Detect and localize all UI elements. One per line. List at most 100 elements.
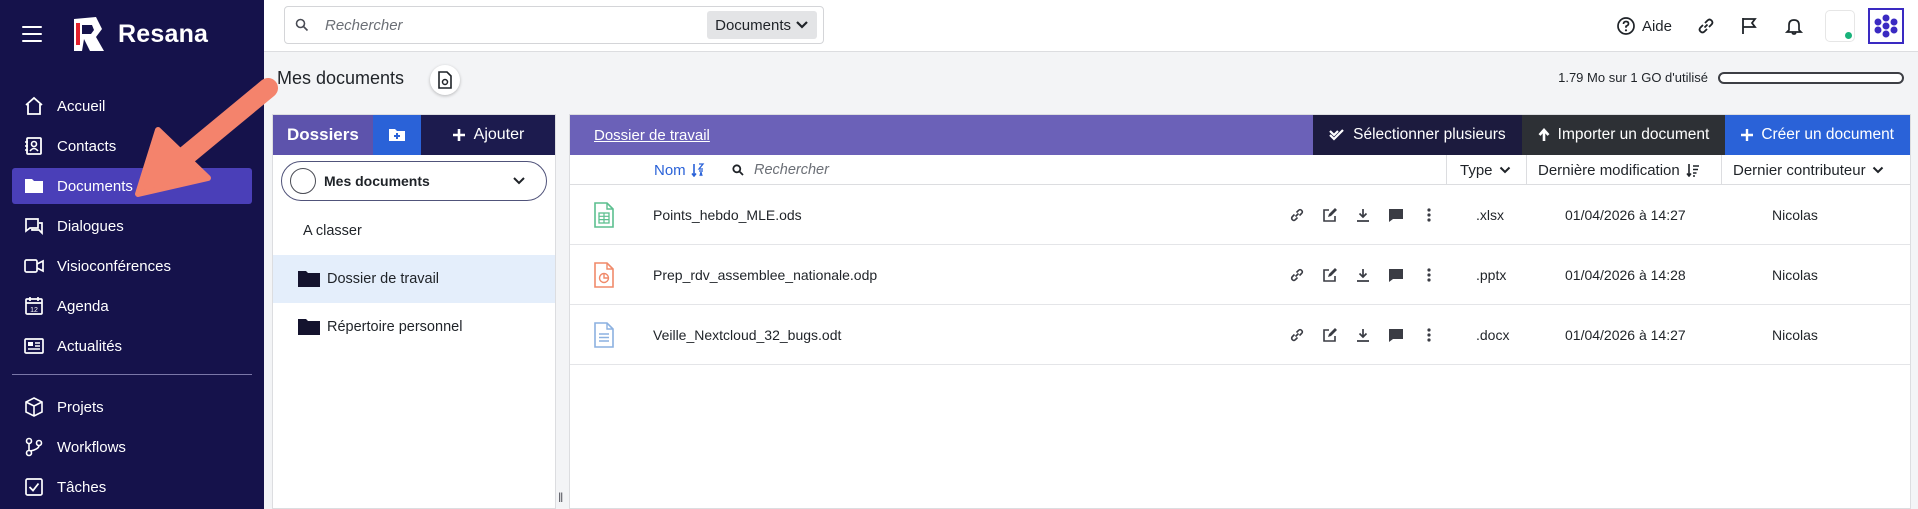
link-icon[interactable] <box>1280 207 1313 223</box>
home-icon <box>23 95 45 117</box>
organization-logo[interactable] <box>1868 8 1904 44</box>
download-icon[interactable] <box>1346 208 1379 222</box>
chat-icon <box>23 215 45 237</box>
column-modified-sort[interactable]: Dernière modification <box>1526 155 1721 185</box>
online-status-dot <box>1845 32 1852 39</box>
tour-button[interactable] <box>1740 16 1760 36</box>
document-settings-button[interactable] <box>430 65 460 95</box>
table-row[interactable]: Veille_Nextcloud_32_bugs.odt .docx 01/04… <box>570 305 1910 365</box>
folder-item-a-classer[interactable]: A classer <box>273 207 555 255</box>
folder-item-label: A classer <box>303 223 362 239</box>
edit-icon[interactable] <box>1313 207 1346 223</box>
search-icon <box>732 164 744 176</box>
spreadsheet-icon <box>592 185 616 245</box>
table-row[interactable]: Points_hebdo_MLE.ods .xlsx 01/04/2026 à … <box>570 185 1910 245</box>
share-link-button[interactable] <box>1696 16 1716 36</box>
search-input[interactable]: Rechercher <box>325 17 707 34</box>
sidebar-item-documents[interactable]: Documents <box>12 168 252 204</box>
select-multiple-button[interactable]: Sélectionner plusieurs <box>1313 115 1522 155</box>
flag-icon <box>1742 18 1757 34</box>
new-folder-button[interactable] <box>373 115 421 155</box>
sidebar: Resana Accueil Contacts Documents Dialog… <box>0 0 264 509</box>
sidebar-item-workflows[interactable]: Workflows <box>12 429 252 465</box>
file-type: .pptx <box>1476 267 1507 283</box>
sidebar-item-contacts[interactable]: Contacts <box>12 128 252 164</box>
app-name[interactable]: Resana <box>118 20 208 49</box>
folders-panel: Dossiers Ajouter Mes documents A classer… <box>272 114 556 509</box>
column-search[interactable]: Rechercher <box>732 155 829 185</box>
folder-plus-icon <box>389 129 405 141</box>
chevron-down-icon <box>513 177 525 185</box>
file-name[interactable]: Prep_rdv_assemblee_nationale.odp <box>653 245 877 305</box>
sidebar-item-label: Visioconférences <box>57 257 171 275</box>
sidebar-item-accueil[interactable]: Accueil <box>12 88 252 124</box>
cube-icon <box>23 396 45 418</box>
news-icon <box>23 335 45 357</box>
file-modified: 01/04/2026 à 14:27 <box>1565 327 1686 343</box>
file-name[interactable]: Points_hebdo_MLE.ods <box>653 185 802 245</box>
text-document-icon <box>592 305 616 365</box>
document-gear-icon <box>438 71 452 89</box>
presentation-icon <box>592 245 616 305</box>
add-button[interactable]: Ajouter <box>421 115 555 155</box>
column-contributor-filter[interactable]: Dernier contributeur <box>1721 155 1912 185</box>
panel-resize-handle[interactable]: ‖ <box>558 490 563 505</box>
table-row[interactable]: Prep_rdv_assemblee_nationale.odp .pptx 0… <box>570 245 1910 305</box>
file-name[interactable]: Veille_Nextcloud_32_bugs.odt <box>653 305 841 365</box>
link-icon[interactable] <box>1280 327 1313 343</box>
sidebar-item-projets[interactable]: Projets <box>12 389 252 425</box>
edit-icon[interactable] <box>1313 267 1346 283</box>
notifications-button[interactable] <box>1784 16 1804 36</box>
more-vertical-icon[interactable] <box>1412 208 1445 222</box>
import-document-button[interactable]: Importer un document <box>1521 115 1726 155</box>
more-vertical-icon[interactable] <box>1412 328 1445 342</box>
link-icon[interactable] <box>1280 267 1313 283</box>
sidebar-item-actualites[interactable]: Actualités <box>12 328 252 364</box>
edit-icon[interactable] <box>1313 327 1346 343</box>
column-type-filter[interactable]: Type <box>1446 155 1526 185</box>
space-select[interactable]: Mes documents <box>281 161 547 201</box>
create-document-button[interactable]: Créer un document <box>1725 115 1910 155</box>
folders-header: Dossiers Ajouter <box>273 115 555 155</box>
column-type-label: Type <box>1460 161 1493 179</box>
import-document-label: Importer un document <box>1557 126 1710 143</box>
folder-icon <box>23 175 45 197</box>
comment-icon[interactable] <box>1379 208 1412 223</box>
documents-panel: Dossier de travail Sélectionner plusieur… <box>569 114 1911 509</box>
sidebar-item-label: Workflows <box>57 438 126 456</box>
sidebar-item-label: Documents <box>57 177 133 195</box>
bell-icon <box>1784 19 1804 35</box>
sidebar-item-taches[interactable]: Tâches <box>12 469 252 505</box>
resana-logo-icon[interactable] <box>70 15 106 53</box>
comment-icon[interactable] <box>1379 328 1412 343</box>
space-avatar-icon <box>290 168 316 194</box>
file-contributor: Nicolas <box>1772 267 1818 283</box>
sidebar-nav-main: Accueil Contacts Documents Dialogues Vis… <box>12 88 252 509</box>
checkbox-icon <box>23 476 45 498</box>
file-type: .docx <box>1476 327 1510 343</box>
sidebar-item-label: Projets <box>57 398 104 416</box>
flower-logo-icon <box>1874 14 1898 38</box>
download-icon[interactable] <box>1346 328 1379 342</box>
folder-item-repertoire-personnel[interactable]: Répertoire personnel <box>273 303 555 351</box>
folder-item-label: Dossier de travail <box>327 271 440 287</box>
row-actions <box>1280 305 1445 365</box>
documents-header: Dossier de travail Sélectionner plusieur… <box>570 115 1910 155</box>
comment-icon[interactable] <box>1379 268 1412 283</box>
column-name-sort[interactable]: Nom <box>654 155 705 185</box>
sidebar-item-label: Actualités <box>57 337 123 355</box>
sidebar-item-agenda[interactable]: 12 Agenda <box>12 288 252 324</box>
link-icon <box>1698 18 1714 34</box>
sidebar-item-visioconferences[interactable]: Visioconférences <box>12 248 252 284</box>
user-avatar[interactable] <box>1826 11 1854 41</box>
download-icon[interactable] <box>1346 268 1379 282</box>
folder-item-dossier-de-travail[interactable]: Dossier de travail <box>273 255 555 303</box>
breadcrumb[interactable]: Dossier de travail <box>570 115 1313 155</box>
search-scope-select[interactable]: Documents <box>707 11 817 39</box>
menu-icon[interactable] <box>22 26 42 42</box>
row-actions <box>1280 245 1445 305</box>
help-button[interactable]: Aide <box>1616 16 1672 36</box>
column-search-input: Rechercher <box>754 162 829 178</box>
more-vertical-icon[interactable] <box>1412 268 1445 282</box>
sidebar-item-dialogues[interactable]: Dialogues <box>12 208 252 244</box>
